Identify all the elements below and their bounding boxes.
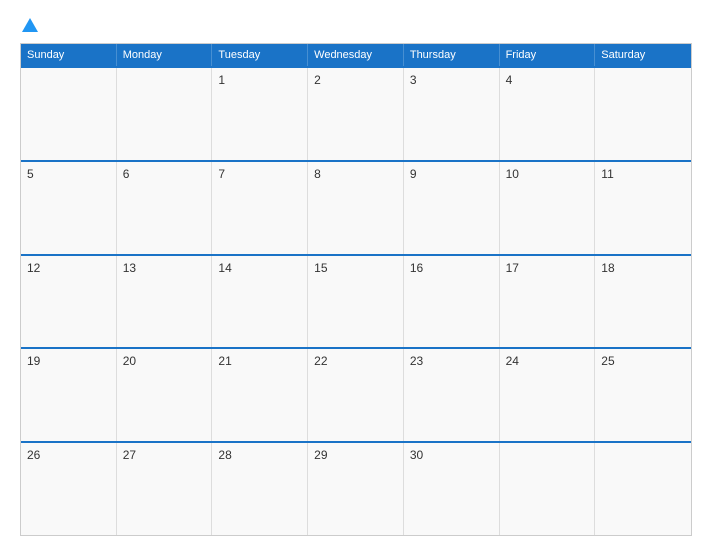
day-number: 16 — [410, 261, 493, 275]
cal-cell: 22 — [308, 349, 404, 441]
day-number: 26 — [27, 448, 110, 462]
cal-cell: 11 — [595, 162, 691, 254]
cal-cell: 24 — [500, 349, 596, 441]
cal-cell: 16 — [404, 256, 500, 348]
day-number: 5 — [27, 167, 110, 181]
cal-cell: 27 — [117, 443, 213, 535]
week-row-5: 26 27 28 29 30 — [21, 441, 691, 535]
cal-cell — [500, 443, 596, 535]
cal-cell: 10 — [500, 162, 596, 254]
cal-cell: 17 — [500, 256, 596, 348]
day-header-monday: Monday — [117, 44, 213, 66]
cal-cell: 2 — [308, 68, 404, 160]
cal-cell: 1 — [212, 68, 308, 160]
day-number: 1 — [218, 73, 301, 87]
day-number: 9 — [410, 167, 493, 181]
day-number: 6 — [123, 167, 206, 181]
cal-cell: 28 — [212, 443, 308, 535]
day-number: 12 — [27, 261, 110, 275]
logo — [20, 18, 40, 33]
day-number: 10 — [506, 167, 589, 181]
cal-cell: 15 — [308, 256, 404, 348]
day-number: 17 — [506, 261, 589, 275]
day-number: 18 — [601, 261, 685, 275]
day-header-sunday: Sunday — [21, 44, 117, 66]
day-number: 22 — [314, 354, 397, 368]
logo-triangle-icon — [22, 18, 38, 32]
day-header-thursday: Thursday — [404, 44, 500, 66]
calendar-body: 1234567891011121314151617181920212223242… — [21, 66, 691, 535]
day-number: 25 — [601, 354, 685, 368]
day-number: 28 — [218, 448, 301, 462]
cal-cell: 18 — [595, 256, 691, 348]
cal-cell — [595, 68, 691, 160]
week-row-4: 19 20 21 22 23 24 25 — [21, 347, 691, 441]
cal-cell: 3 — [404, 68, 500, 160]
day-header-wednesday: Wednesday — [308, 44, 404, 66]
day-number: 2 — [314, 73, 397, 87]
header — [20, 18, 692, 33]
cal-cell — [21, 68, 117, 160]
cal-cell: 29 — [308, 443, 404, 535]
day-header-saturday: Saturday — [595, 44, 691, 66]
day-number: 14 — [218, 261, 301, 275]
day-number: 15 — [314, 261, 397, 275]
day-number: 23 — [410, 354, 493, 368]
cal-cell: 13 — [117, 256, 213, 348]
cal-cell: 8 — [308, 162, 404, 254]
day-number: 8 — [314, 167, 397, 181]
day-number: 13 — [123, 261, 206, 275]
day-number: 27 — [123, 448, 206, 462]
calendar-page: SundayMondayTuesdayWednesdayThursdayFrid… — [0, 0, 712, 550]
cal-cell: 20 — [117, 349, 213, 441]
cal-cell: 5 — [21, 162, 117, 254]
calendar-grid: SundayMondayTuesdayWednesdayThursdayFrid… — [20, 43, 692, 536]
cal-cell — [117, 68, 213, 160]
day-number: 7 — [218, 167, 301, 181]
week-row-2: 56789 10 11 — [21, 160, 691, 254]
cal-cell: 6 — [117, 162, 213, 254]
day-number: 24 — [506, 354, 589, 368]
day-number: 4 — [506, 73, 589, 87]
cal-cell: 9 — [404, 162, 500, 254]
day-header-tuesday: Tuesday — [212, 44, 308, 66]
day-number: 29 — [314, 448, 397, 462]
cal-cell: 30 — [404, 443, 500, 535]
day-number: 11 — [601, 167, 685, 181]
calendar-header-row: SundayMondayTuesdayWednesdayThursdayFrid… — [21, 44, 691, 66]
cal-cell: 14 — [212, 256, 308, 348]
day-number: 20 — [123, 354, 206, 368]
day-number: 3 — [410, 73, 493, 87]
cal-cell: 21 — [212, 349, 308, 441]
day-header-friday: Friday — [500, 44, 596, 66]
day-number: 21 — [218, 354, 301, 368]
week-row-3: 12 13 14 15 16 17 18 — [21, 254, 691, 348]
cal-cell: 19 — [21, 349, 117, 441]
day-number: 19 — [27, 354, 110, 368]
cal-cell: 4 — [500, 68, 596, 160]
cal-cell: 12 — [21, 256, 117, 348]
cal-cell: 23 — [404, 349, 500, 441]
day-number: 30 — [410, 448, 493, 462]
cal-cell: 7 — [212, 162, 308, 254]
cal-cell: 26 — [21, 443, 117, 535]
cal-cell — [595, 443, 691, 535]
cal-cell: 25 — [595, 349, 691, 441]
week-row-1: 1234 — [21, 66, 691, 160]
